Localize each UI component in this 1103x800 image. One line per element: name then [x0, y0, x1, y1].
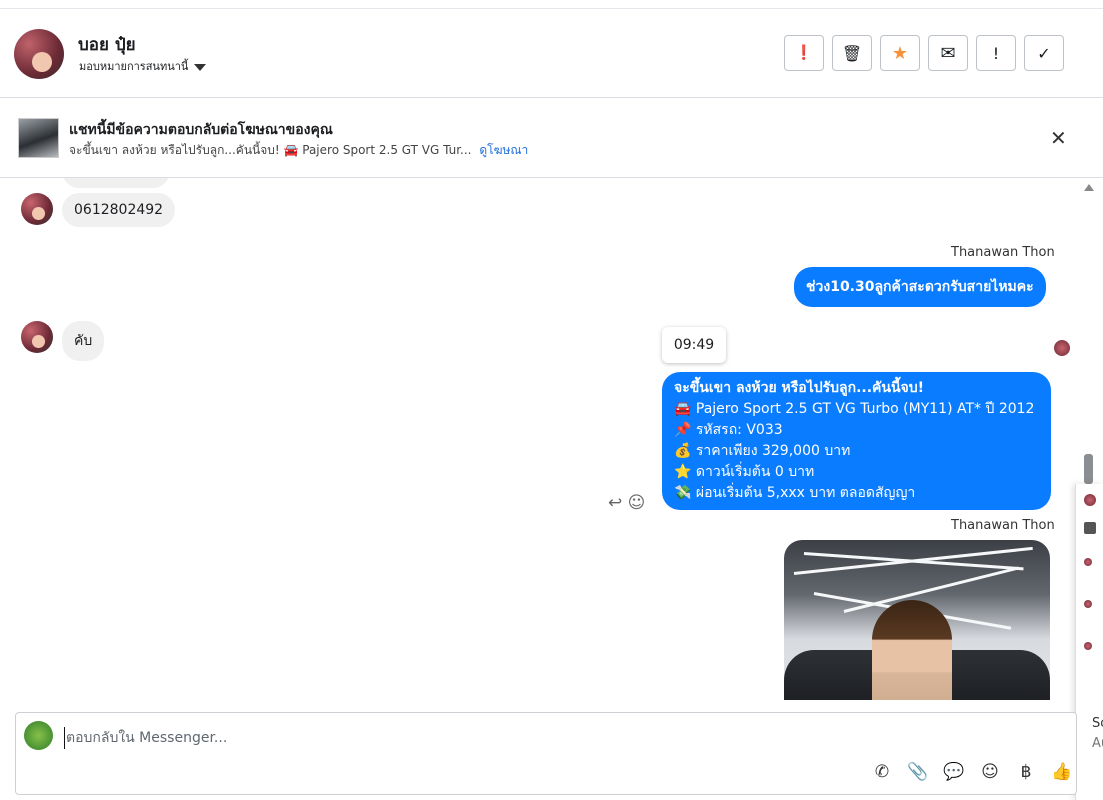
ad-line: 💰 ราคาเพียง 329,000 บาท: [674, 443, 851, 459]
customer-avatar: [21, 321, 53, 353]
emoji-reaction-icon[interactable]: ☺: [628, 493, 646, 513]
ad-banner-subtitle: จะขึ้นเขา ลงห้วย หรือไปรับลูก...คันนี้จบ…: [69, 141, 528, 160]
message-thread[interactable]: 0612802492 Thanawan Thon ช่วง10.30ลูกค้า…: [0, 178, 1079, 700]
seen-avatar: [1054, 340, 1070, 356]
sender-name: Thanawan Thon: [951, 245, 1055, 260]
star-icon: ★: [891, 42, 909, 64]
attachment-icon[interactable]: 📎: [907, 761, 929, 783]
side-panel-text: Au: [1092, 736, 1103, 751]
ad-snippet: จะขึ้นเขา ลงห้วย หรือไปรับลูก...คันนี้จบ…: [69, 143, 472, 157]
ad-line: ⭐ ดาวน์เริ่มต้น 0 บาท: [674, 464, 815, 480]
saved-reply-icon[interactable]: 💬: [943, 761, 965, 783]
sender-name: Thanawan Thon: [951, 518, 1055, 533]
image-icon: [1084, 522, 1096, 534]
conversation-header: บอย ปุ๋ย มอบหมายการสนทนานี้ ❗ 🗑 ★ ✉ ! ✓: [0, 9, 1103, 98]
envelope-icon: ✉: [940, 42, 956, 64]
message-timestamp: 09:49: [662, 327, 726, 363]
message-bubble-outgoing-ad[interactable]: จะขึ้นเขา ลงห้วย หรือไปรับลูก...คันนี้จบ…: [662, 372, 1051, 510]
close-icon[interactable]: ✕: [1050, 126, 1067, 150]
ad-line: จะขึ้นเขา ลงห้วย หรือไปรับลูก...คันนี้จบ…: [674, 380, 925, 396]
follow-up-button[interactable]: !: [976, 35, 1016, 71]
phone-icon[interactable]: ✆: [871, 761, 893, 783]
scroll-thumb[interactable]: [1084, 454, 1093, 484]
reply-composer: ตอบกลับใน Messenger... ✆ 📎 💬 ☺ ฿ 👍: [15, 712, 1077, 795]
mark-done-button[interactable]: ✓: [1024, 35, 1064, 71]
assign-label: มอบหมายการสนทนานี้: [79, 60, 189, 73]
ad-reply-banner: แชทนี้มีข้อความตอบกลับต่อโฆษณาของคุณ จะข…: [0, 98, 1103, 178]
assign-dropdown[interactable]: มอบหมายการสนทนานี้: [79, 57, 207, 75]
avatar: [1084, 494, 1096, 506]
exclamation-circle-icon: ❗: [795, 45, 813, 61]
message-bubble-outgoing[interactable]: ช่วง10.30ลูกค้าสะดวกรับสายไหมคะ: [794, 267, 1046, 307]
baht-icon[interactable]: ฿: [1015, 761, 1037, 783]
attached-photo[interactable]: [784, 540, 1050, 700]
composer-toolbar: ✆ 📎 💬 ☺ ฿ 👍: [871, 761, 1073, 783]
check-icon: ✓: [1037, 43, 1051, 63]
delete-button[interactable]: 🗑: [832, 35, 872, 71]
ad-banner-title: แชทนี้มีข้อความตอบกลับต่อโฆษณาของคุณ: [69, 122, 333, 138]
caret-down-icon: [194, 63, 207, 71]
contact-name[interactable]: บอย ปุ๋ย: [78, 31, 136, 58]
ad-line: 📌 รหัสรถ: V033: [674, 422, 783, 438]
ad-thumbnail[interactable]: [18, 118, 59, 158]
trash-icon: 🗑: [841, 43, 863, 63]
message-bubble-incoming[interactable]: คับ: [62, 321, 105, 361]
avatar: [1084, 642, 1092, 650]
exclamation-icon: !: [992, 43, 1000, 63]
avatar: [1084, 558, 1092, 566]
message-actions: ↩ ☺: [608, 493, 645, 513]
presenter-image: [872, 600, 952, 700]
contact-avatar[interactable]: [14, 29, 64, 79]
reply-icon[interactable]: ↩: [608, 493, 622, 513]
message-bubble-partial: [62, 178, 170, 188]
mark-unread-button[interactable]: ✉: [928, 35, 968, 71]
scroll-up-icon[interactable]: [1084, 184, 1094, 191]
side-panel-text: So: [1092, 716, 1103, 731]
ad-line: 🚘 Pajero Sport 2.5 GT VG Turbo (MY11) AT…: [674, 401, 1035, 417]
ad-line: 💸 ผ่อนเริ่มต้น 5,xxx บาท ตลอดสัญญา: [674, 485, 916, 501]
customer-avatar: [21, 193, 53, 225]
top-divider: [0, 0, 1103, 9]
message-bubble-incoming[interactable]: 0612802492: [62, 193, 176, 227]
reply-input[interactable]: ตอบกลับใน Messenger...: [64, 727, 964, 749]
star-button[interactable]: ★: [880, 35, 920, 71]
mark-spam-button[interactable]: ❗: [784, 35, 824, 71]
emoji-icon[interactable]: ☺: [979, 761, 1001, 783]
avatar: [1084, 600, 1092, 608]
like-icon[interactable]: 👍: [1051, 761, 1073, 783]
page-avatar: [24, 721, 53, 750]
view-ad-link[interactable]: ดูโฆษณา: [479, 143, 528, 157]
side-panel-peek[interactable]: So Au: [1075, 484, 1103, 800]
